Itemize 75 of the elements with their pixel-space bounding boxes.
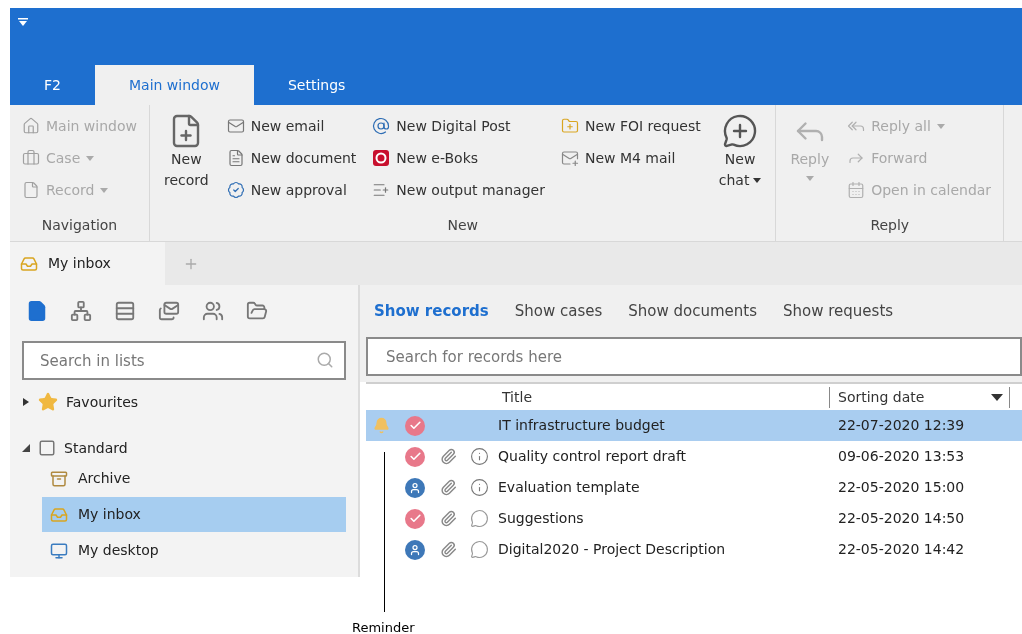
column-header[interactable]: Sorting date: [830, 386, 1010, 408]
tree-item[interactable]: Standard: [36, 437, 130, 459]
app-tab[interactable]: F2: [10, 65, 95, 105]
view-tab[interactable]: Show records: [374, 299, 489, 323]
at-sign-icon: [372, 117, 391, 135]
document-icon[interactable]: [26, 300, 48, 322]
document-tab[interactable]: My inbox: [10, 242, 165, 285]
mails-icon[interactable]: [158, 300, 180, 322]
ribbon-group-label: Navigation: [40, 216, 119, 235]
record-row[interactable]: Digital2020 - Project Description 22-05-2020 14:42: [366, 534, 1022, 565]
sort-arrow-icon: [991, 393, 1003, 401]
ribbon-large-button[interactable]: New chat: [716, 113, 764, 213]
ribbon-button[interactable]: New email: [226, 113, 357, 139]
ribbon-group-label: Reply: [869, 216, 911, 235]
record-row[interactable]: IT infrastructure budget 22-07-2020 12:39: [366, 410, 1022, 441]
ribbon-group-label: New: [446, 216, 479, 235]
folder-icon[interactable]: [246, 300, 268, 322]
view-tab[interactable]: Show documents: [628, 299, 757, 323]
tree-item[interactable]: My desktop: [42, 533, 346, 568]
chat-plus-icon: [722, 113, 759, 149]
inbox-icon: [50, 505, 68, 524]
record-title: Digital2020 - Project Description: [497, 540, 727, 559]
list-plus-icon: [372, 181, 391, 199]
archive-icon: [50, 469, 68, 488]
record-date: 22-07-2020 12:39: [837, 416, 965, 435]
search-icon: [316, 351, 334, 369]
app-tab[interactable]: Main window: [94, 65, 254, 105]
ribbon-button[interactable]: New approval: [226, 177, 357, 203]
ribbon-large-button[interactable]: New record: [162, 113, 211, 213]
record-row[interactable]: Suggestions 22-05-2020 14:50: [366, 503, 1022, 534]
record-title: IT infrastructure budget: [497, 416, 666, 435]
record-search-field[interactable]: Search for records here: [366, 337, 1022, 376]
column-header[interactable]: Title: [496, 386, 830, 408]
folder-plus-icon: [560, 117, 579, 135]
tree-item[interactable]: My inbox: [42, 497, 346, 532]
inbox-icon: [20, 254, 38, 273]
document-icon: [226, 149, 245, 167]
document-icon: [22, 181, 40, 199]
mail-icon: [226, 117, 245, 135]
record-date: 22-05-2020 14:42: [837, 540, 965, 559]
expanded-arrow-icon[interactable]: [22, 444, 30, 452]
record-row[interactable]: Quality control report draft 09-06-2020 13:53: [366, 441, 1022, 472]
ribbon-button[interactable]: New M4 mail: [560, 145, 701, 171]
view-tab[interactable]: Show cases: [514, 299, 603, 323]
ribbon-button[interactable]: New Digital Post: [372, 113, 545, 139]
ribbon-button[interactable]: New output manager: [372, 177, 545, 203]
record-date: 22-05-2020 15:00: [837, 478, 965, 497]
cabinet-icon[interactable]: [114, 300, 136, 322]
record-row[interactable]: Evaluation template 22-05-2020 15:00: [366, 472, 1022, 503]
tree-item[interactable]: Favourites: [36, 391, 141, 413]
ribbon-button[interactable]: New document: [226, 145, 357, 171]
people-icon[interactable]: [202, 300, 224, 322]
ribbon-button[interactable]: New e-Boks: [372, 145, 545, 171]
record-date: 22-05-2020 14:50: [837, 509, 965, 528]
app-tab[interactable]: Settings: [253, 65, 380, 105]
network-icon[interactable]: [70, 300, 92, 322]
view-tab[interactable]: Show requests: [783, 299, 894, 323]
record-date: 09-06-2020 13:53: [837, 447, 965, 466]
home-icon: [22, 117, 40, 135]
briefcase-icon: [22, 149, 40, 167]
desktop-icon: [50, 541, 68, 560]
quick-access-menu-icon[interactable]: [18, 18, 28, 26]
collapsed-arrow-icon[interactable]: [22, 398, 30, 406]
calendar-icon: [847, 181, 866, 199]
record-title: Quality control report draft: [497, 447, 688, 466]
star-icon: [38, 392, 58, 412]
tree-item[interactable]: Archive: [42, 461, 346, 496]
e-boks-logo-icon: [372, 149, 391, 167]
record-title: Suggestions: [497, 509, 585, 528]
check-badge-icon: [226, 181, 245, 199]
ribbon-button[interactable]: New FOI request: [560, 113, 701, 139]
record-title: Evaluation template: [497, 478, 641, 497]
list-search-field[interactable]: Search in lists: [22, 341, 346, 380]
callout-label: Reminder: [352, 619, 415, 634]
mail-plus-icon: [560, 149, 579, 167]
